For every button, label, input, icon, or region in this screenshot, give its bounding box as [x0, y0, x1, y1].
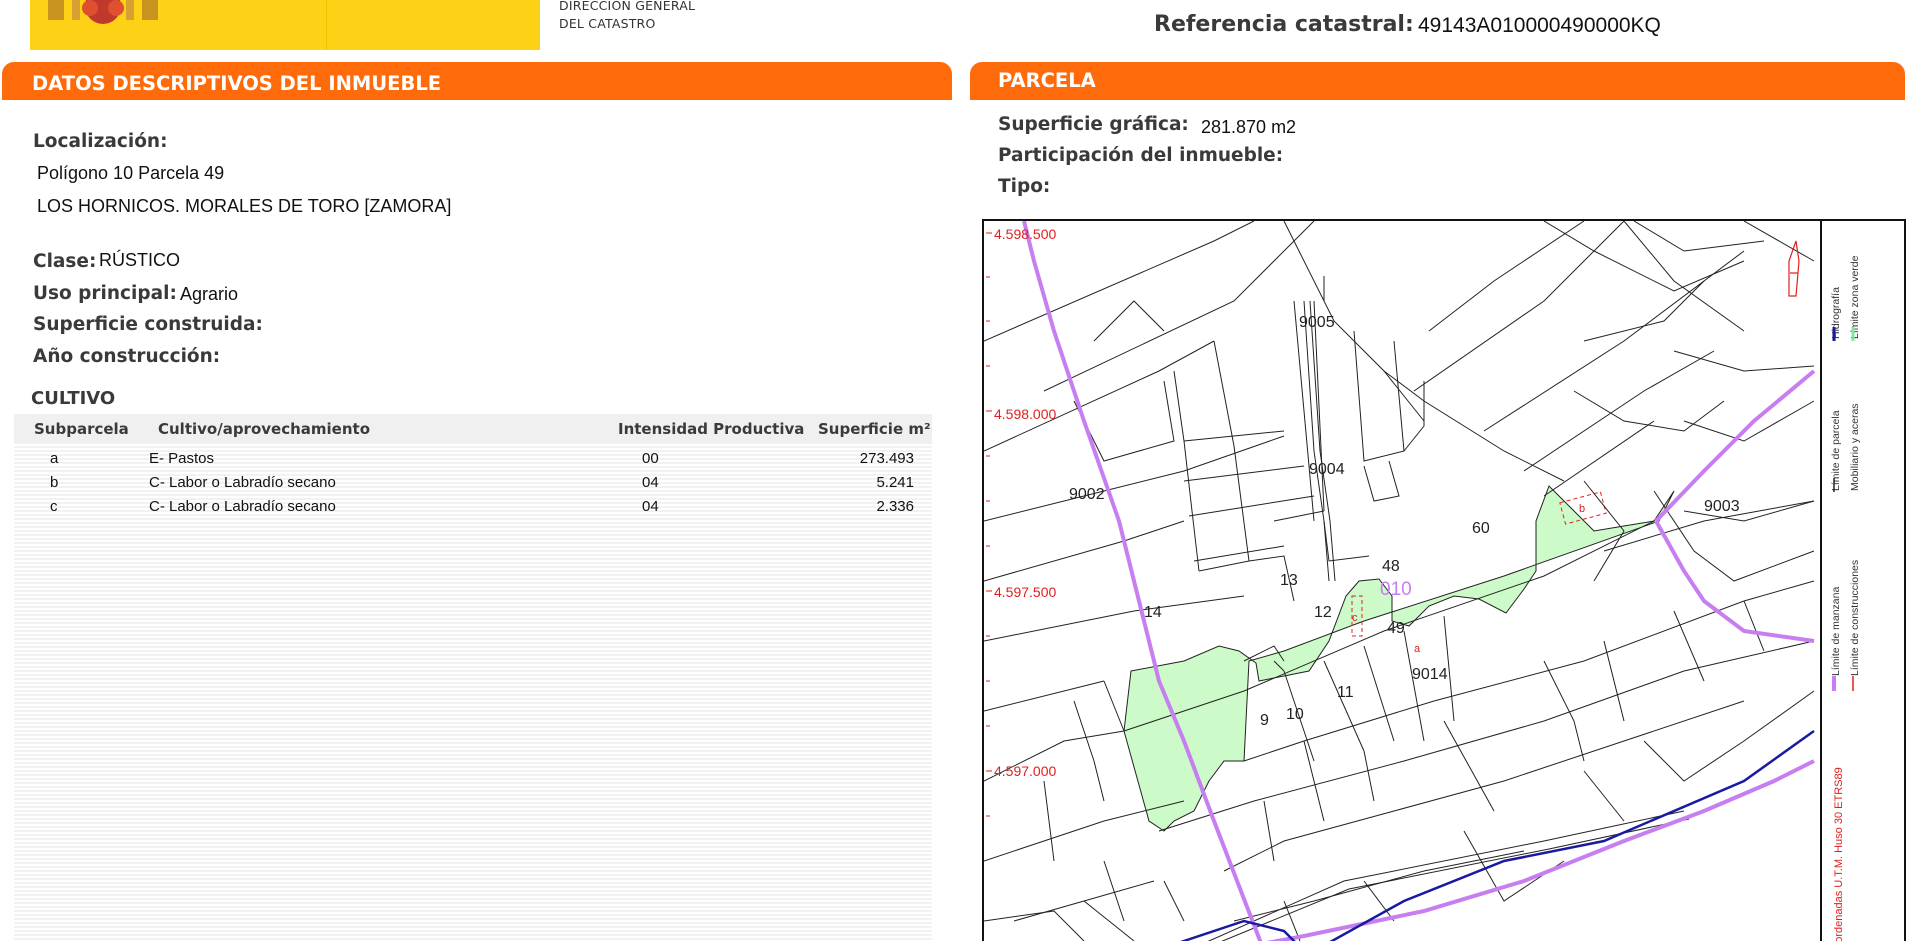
label-48: 48 — [1382, 558, 1400, 575]
cadastral-map-drawing: 4.598.500 4.598.000 4.597.500 4.597.000 … — [984, 221, 1816, 941]
label-11: 11 — [1337, 684, 1354, 701]
legend-mobiliario: Mobiliario y aceras — [1849, 403, 1861, 491]
cell-cultivo: C- Labor o Labradío secano — [149, 474, 336, 491]
catastro-logo-band — [30, 0, 540, 50]
label-10: 10 — [1286, 706, 1304, 723]
cadastral-map[interactable]: 4.598.500 4.598.000 4.597.500 4.597.000 … — [982, 219, 1906, 941]
y-coord-4598500: 4.598.500 — [994, 226, 1056, 242]
superficie-grafica-value: 281.870 m2 — [1201, 117, 1297, 137]
roads — [1207, 300, 1815, 941]
agency-line-2: DEL CATASTRO — [559, 16, 656, 31]
superficie-construida-label: Superficie construida: — [33, 314, 263, 335]
manzana-limits — [1022, 221, 1816, 941]
agency-name: DIRECCIÓN GENERAL DEL CATASTRO — [559, 0, 695, 33]
header-cultivo: Cultivo/aprovechamiento — [158, 420, 371, 438]
table-row: a E- Pastos 00 273.493 — [14, 447, 932, 471]
label-12: 12 — [1314, 604, 1332, 621]
legend-limite-manzana: Límite de manzana — [1830, 587, 1842, 676]
table-row: c C- Labor o Labradío secano 04 2.336 — [14, 495, 932, 519]
map-legend: Hidrografía Límite zona verde Límite de … — [1830, 255, 1861, 941]
cell-subparcela: c — [50, 498, 58, 515]
label-14: 14 — [1144, 604, 1162, 621]
header-superficie: Superficie m² — [818, 420, 931, 438]
cell-intensidad: 04 — [642, 474, 659, 491]
clase-label: Clase: — [33, 251, 97, 272]
cultivo-table: Subparcela Cultivo/aprovechamiento Inten… — [14, 414, 932, 941]
y-coord-4597000: 4.597.000 — [994, 763, 1056, 779]
y-coord-4598000: 4.598.000 — [994, 406, 1056, 422]
label-60: 60 — [1472, 520, 1490, 537]
cell-intensidad: 04 — [642, 498, 659, 515]
agency-line-1: DIRECCIÓN GENERAL — [559, 0, 696, 13]
subparcela-b-label: b — [1579, 503, 1585, 515]
label-49: 49 — [1387, 620, 1405, 637]
label-9003: 9003 — [1704, 498, 1740, 515]
uso-principal-label: Uso principal: — [33, 283, 177, 304]
cell-subparcela: b — [50, 474, 59, 491]
subparcela-a-label: a — [1414, 643, 1421, 655]
table-row: b C- Labor o Labradío secano 04 5.241 — [14, 471, 932, 495]
localizacion-line-1: Polígono 10 Parcela 49 — [37, 163, 225, 183]
tipo-label: Tipo: — [998, 176, 1051, 197]
cell-intensidad: 00 — [642, 450, 659, 467]
subparcela-c-label: c — [1352, 612, 1358, 624]
cell-cultivo: C- Labor o Labradío secano — [149, 498, 336, 515]
legend-zona-verde: Límite zona verde — [1849, 255, 1861, 339]
anio-construccion-label: Año construcción: — [33, 346, 221, 367]
superficie-grafica-label: Superficie gráfica: — [998, 114, 1189, 135]
cell-superficie: 5.241 — [876, 474, 914, 491]
label-9: 9 — [1260, 712, 1269, 729]
clase-value: RÚSTICO — [99, 250, 180, 270]
label-9002: 9002 — [1069, 486, 1105, 503]
coat-of-arms-icon — [48, 0, 158, 24]
referencia-catastral-value: 49143A010000490000KQ — [1418, 14, 1661, 37]
localizacion-label: Localización: — [33, 131, 168, 152]
poligono-label: 010 — [1380, 579, 1412, 600]
cell-superficie: 2.336 — [876, 498, 914, 515]
label-9004: 9004 — [1309, 461, 1345, 478]
cell-subparcela: a — [50, 450, 59, 467]
cultivo-title: CULTIVO — [31, 388, 116, 409]
referencia-catastral-label: Referencia catastral: — [1154, 12, 1414, 37]
legend-construcciones: Límite de construcciones — [1849, 560, 1861, 676]
participacion-label: Participación del inmueble: — [998, 145, 1284, 166]
y-tick-marks — [986, 232, 992, 817]
y-coord-4597500: 4.597.500 — [994, 584, 1056, 600]
logo-divider — [326, 0, 327, 50]
localizacion-line-2: LOS HORNICOS. MORALES DE TORO [ZAMORA] — [37, 196, 452, 216]
hidrografia-lines — [1180, 729, 1815, 941]
datos-descriptivos-header: DATOS DESCRIPTIVOS DEL INMUEBLE — [2, 62, 952, 100]
legend-limite-parcela: Límite de parcela — [1830, 410, 1842, 491]
uso-principal-value: Agrario — [180, 284, 239, 304]
legend-hidrografia: Hidrografía — [1830, 287, 1842, 339]
label-13: 13 — [1280, 572, 1298, 589]
header-subparcela: Subparcela — [34, 420, 129, 438]
cell-superficie: 273.493 — [859, 450, 914, 467]
label-9005: 9005 — [1299, 314, 1335, 331]
parcela-header: PARCELA — [970, 62, 1905, 100]
header-intensidad: Intensidad Productiva — [618, 420, 805, 438]
cultivo-table-header: Subparcela Cultivo/aprovechamiento Inten… — [14, 414, 932, 444]
cell-cultivo: E- Pastos — [149, 450, 215, 467]
legend-coordenadas: 0 Coordenadas U.T.M. Huso 30 ETRS89 — [1833, 767, 1845, 941]
label-9014: 9014 — [1412, 666, 1448, 683]
